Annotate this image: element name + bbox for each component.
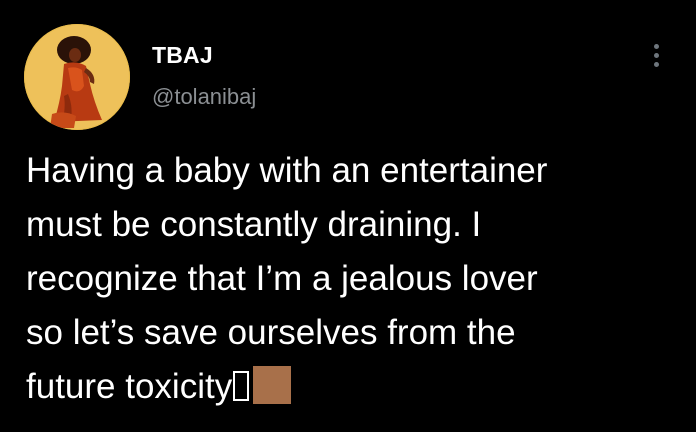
avatar[interactable] [24, 24, 130, 130]
vertical-ellipsis-icon-dot-2 [654, 53, 659, 58]
missing-glyph-icon [233, 371, 250, 401]
vertical-ellipsis-icon [654, 44, 659, 49]
tweet-text-line: Having a baby with an entertainer [26, 151, 548, 190]
tweet-text-line: so let’s save ourselves from the [26, 313, 516, 352]
more-options-button[interactable] [646, 38, 668, 74]
tweet-text-line: future toxicity [26, 367, 233, 406]
tweet-text-line: must be constantly draining. I [26, 205, 482, 244]
tweet-card: TBAJ @tolanibaj Having a baby with an en… [0, 0, 696, 432]
user-handle[interactable]: @tolanibaj [152, 84, 256, 110]
avatar-illustration [24, 24, 130, 130]
vertical-ellipsis-icon-dot-3 [654, 62, 659, 67]
tweet-text: Having a baby with an entertainer must b… [26, 144, 676, 414]
tweet-text-last-line: future toxicity [26, 360, 676, 414]
skin-tone-modifier-icon [253, 366, 292, 404]
display-name[interactable]: TBAJ [152, 42, 213, 69]
tweet-text-line: recognize that I’m a jealous lover [26, 259, 538, 298]
